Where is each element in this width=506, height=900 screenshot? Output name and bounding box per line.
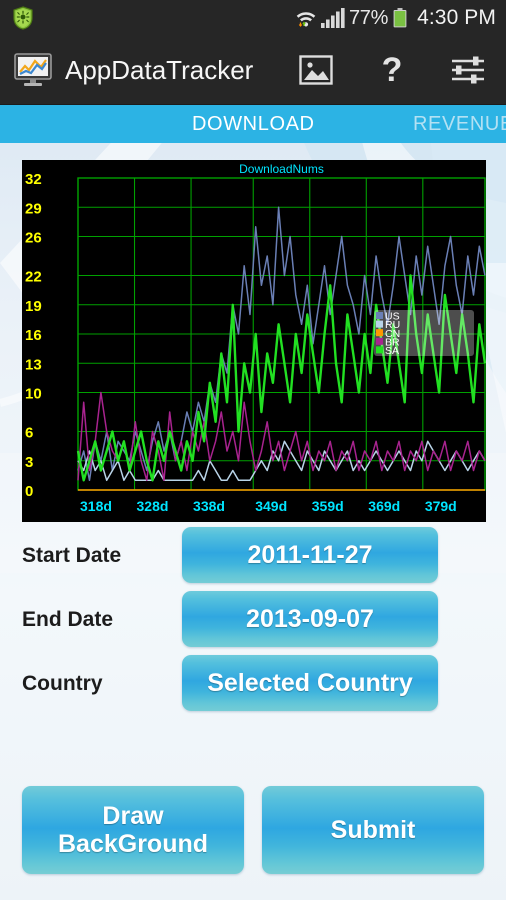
action-bar: AppDataTracker ?: [0, 36, 506, 105]
y-tick-label: 16: [25, 327, 42, 344]
settings-sliders-icon[interactable]: [430, 36, 506, 105]
legend-swatch-cn: [376, 329, 383, 337]
help-icon[interactable]: ?: [354, 36, 430, 105]
chart-title: DownloadNums: [239, 162, 324, 176]
x-tick-label: 369d: [368, 498, 400, 514]
country-button[interactable]: Selected Country: [182, 655, 438, 711]
legend-label-sa: SA: [385, 345, 399, 357]
draw-background-button[interactable]: Draw BackGround: [22, 786, 244, 874]
end-date-button[interactable]: 2013-09-07: [182, 591, 438, 647]
app-title: AppDataTracker: [65, 54, 254, 85]
legend-swatch-us: [376, 312, 383, 319]
status-bar: 77% 4:30 PM: [0, 0, 506, 36]
wifi-icon: [295, 8, 317, 28]
status-bar-right: 77% 4:30 PM: [295, 6, 506, 30]
tab-bar: DOWNLOAD REVENUE: [0, 105, 506, 143]
x-tick-label: 318d: [80, 498, 112, 514]
x-tick-label: 328d: [137, 498, 169, 514]
x-tick-label: 379d: [425, 498, 457, 514]
battery-icon: [392, 8, 407, 28]
shield-icon: [12, 6, 34, 30]
bottom-action-bar: Draw BackGround Submit: [0, 786, 506, 876]
tab-revenue[interactable]: REVENUE: [413, 113, 506, 136]
x-tick-label: 359d: [312, 498, 344, 514]
submit-button[interactable]: Submit: [262, 786, 484, 874]
y-tick-label: 19: [25, 298, 42, 315]
y-tick-label: 3: [25, 454, 33, 471]
legend-swatch-ru: [376, 320, 383, 328]
app-root: 77% 4:30 PM AppDataTracker ? DOWNLOAD RE…: [0, 0, 506, 900]
end-date-label: End Date: [22, 608, 114, 631]
y-tick-label: 6: [25, 425, 33, 442]
image-icon[interactable]: [278, 36, 354, 105]
battery-percent: 77%: [348, 6, 389, 29]
help-icon-glyph: ?: [381, 51, 403, 89]
tab-download[interactable]: DOWNLOAD: [192, 113, 315, 136]
legend-swatch-sa: [376, 346, 383, 354]
start-date-button[interactable]: 2011-11-27: [182, 527, 438, 583]
y-tick-label: 26: [25, 230, 42, 247]
y-tick-label: 22: [25, 269, 42, 286]
y-tick-label: 10: [25, 386, 42, 403]
y-tick-label: 29: [25, 200, 42, 217]
y-tick-label: 13: [25, 356, 42, 373]
row-start-date: Start Date 2011-11-27: [0, 524, 506, 588]
legend-swatch-br: [376, 337, 383, 345]
filter-form: Start Date 2011-11-27 End Date 2013-09-0…: [0, 524, 506, 716]
x-tick-label: 338d: [193, 498, 225, 514]
row-end-date: End Date 2013-09-07: [0, 588, 506, 652]
status-bar-left: [0, 6, 34, 30]
row-country: Country Selected Country: [0, 652, 506, 716]
clock: 4:30 PM: [417, 6, 496, 29]
signal-bars-icon: [320, 8, 345, 28]
download-chart[interactable]: DownloadNums 0 3 6 10 13 16 19 22 26 29 32 318d 328d 3…: [22, 160, 486, 522]
app-logo-icon: [0, 53, 52, 87]
y-tick-label: 0: [25, 483, 33, 500]
start-date-label: Start Date: [22, 544, 122, 567]
action-bar-actions: ?: [278, 36, 506, 105]
x-tick-label: 349d: [255, 498, 287, 514]
country-label: Country: [22, 672, 103, 695]
y-tick-label: 32: [25, 171, 42, 188]
chart-canvas: DownloadNums 0 3 6 10 13 16 19 22 26 29 32 318d 328d 3…: [25, 162, 486, 514]
